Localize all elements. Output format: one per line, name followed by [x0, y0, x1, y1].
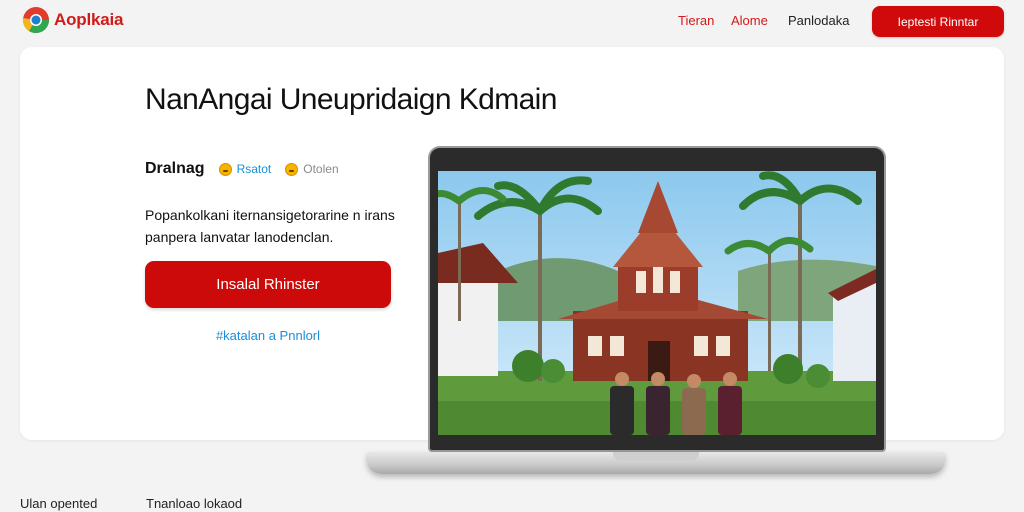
badge-text: Otolen: [303, 162, 339, 176]
traditional-house-image: [438, 171, 876, 435]
badge-otolen[interactable]: Otolen: [285, 162, 339, 176]
emoji-face-icon: [218, 162, 232, 176]
footer-item-2[interactable]: Tnanloao lokaod: [146, 496, 242, 511]
nav-link-panlodaka[interactable]: Panlodaka: [788, 13, 849, 28]
subtitle-row: Dralnag Rsatot Otolen: [145, 160, 339, 178]
nav-link-alome[interactable]: Alome: [731, 13, 768, 28]
badge-rsatot[interactable]: Rsatot: [218, 162, 272, 176]
emoji-face-icon: [285, 162, 299, 176]
nav-link-tieran[interactable]: Tieran: [678, 13, 714, 28]
page-title: NanAngai Uneupridaign Kdmain: [145, 83, 557, 116]
nav-group-mid: Alome: [731, 13, 768, 28]
laptop-screen: [438, 171, 876, 435]
install-button[interactable]: Insalal Rhinster: [145, 261, 391, 308]
circular-logo-icon: [22, 7, 50, 34]
laptop-notch: [613, 452, 699, 461]
header-cta-button[interactable]: Ieptesti Rinntar: [872, 6, 1004, 37]
brand-logo[interactable]: Aoplkaia: [22, 6, 123, 34]
secondary-link[interactable]: #katalan a Pnnlorl: [145, 328, 391, 343]
nav-group-right: Panlodaka: [788, 13, 849, 28]
hero-description: Popankolkani iternansigetorarine n irans…: [145, 207, 395, 245]
top-header: Aoplkaia Tieran Alome Panlodaka Ieptesti…: [0, 0, 1024, 44]
footer-item-1[interactable]: Ulan opented: [20, 496, 97, 511]
nav-group-left: Tieran: [678, 13, 714, 28]
brand-name: Aoplkaia: [54, 10, 124, 29]
subtitle-label: Dralnag: [145, 160, 205, 177]
badge-text: Rsatot: [236, 162, 272, 176]
